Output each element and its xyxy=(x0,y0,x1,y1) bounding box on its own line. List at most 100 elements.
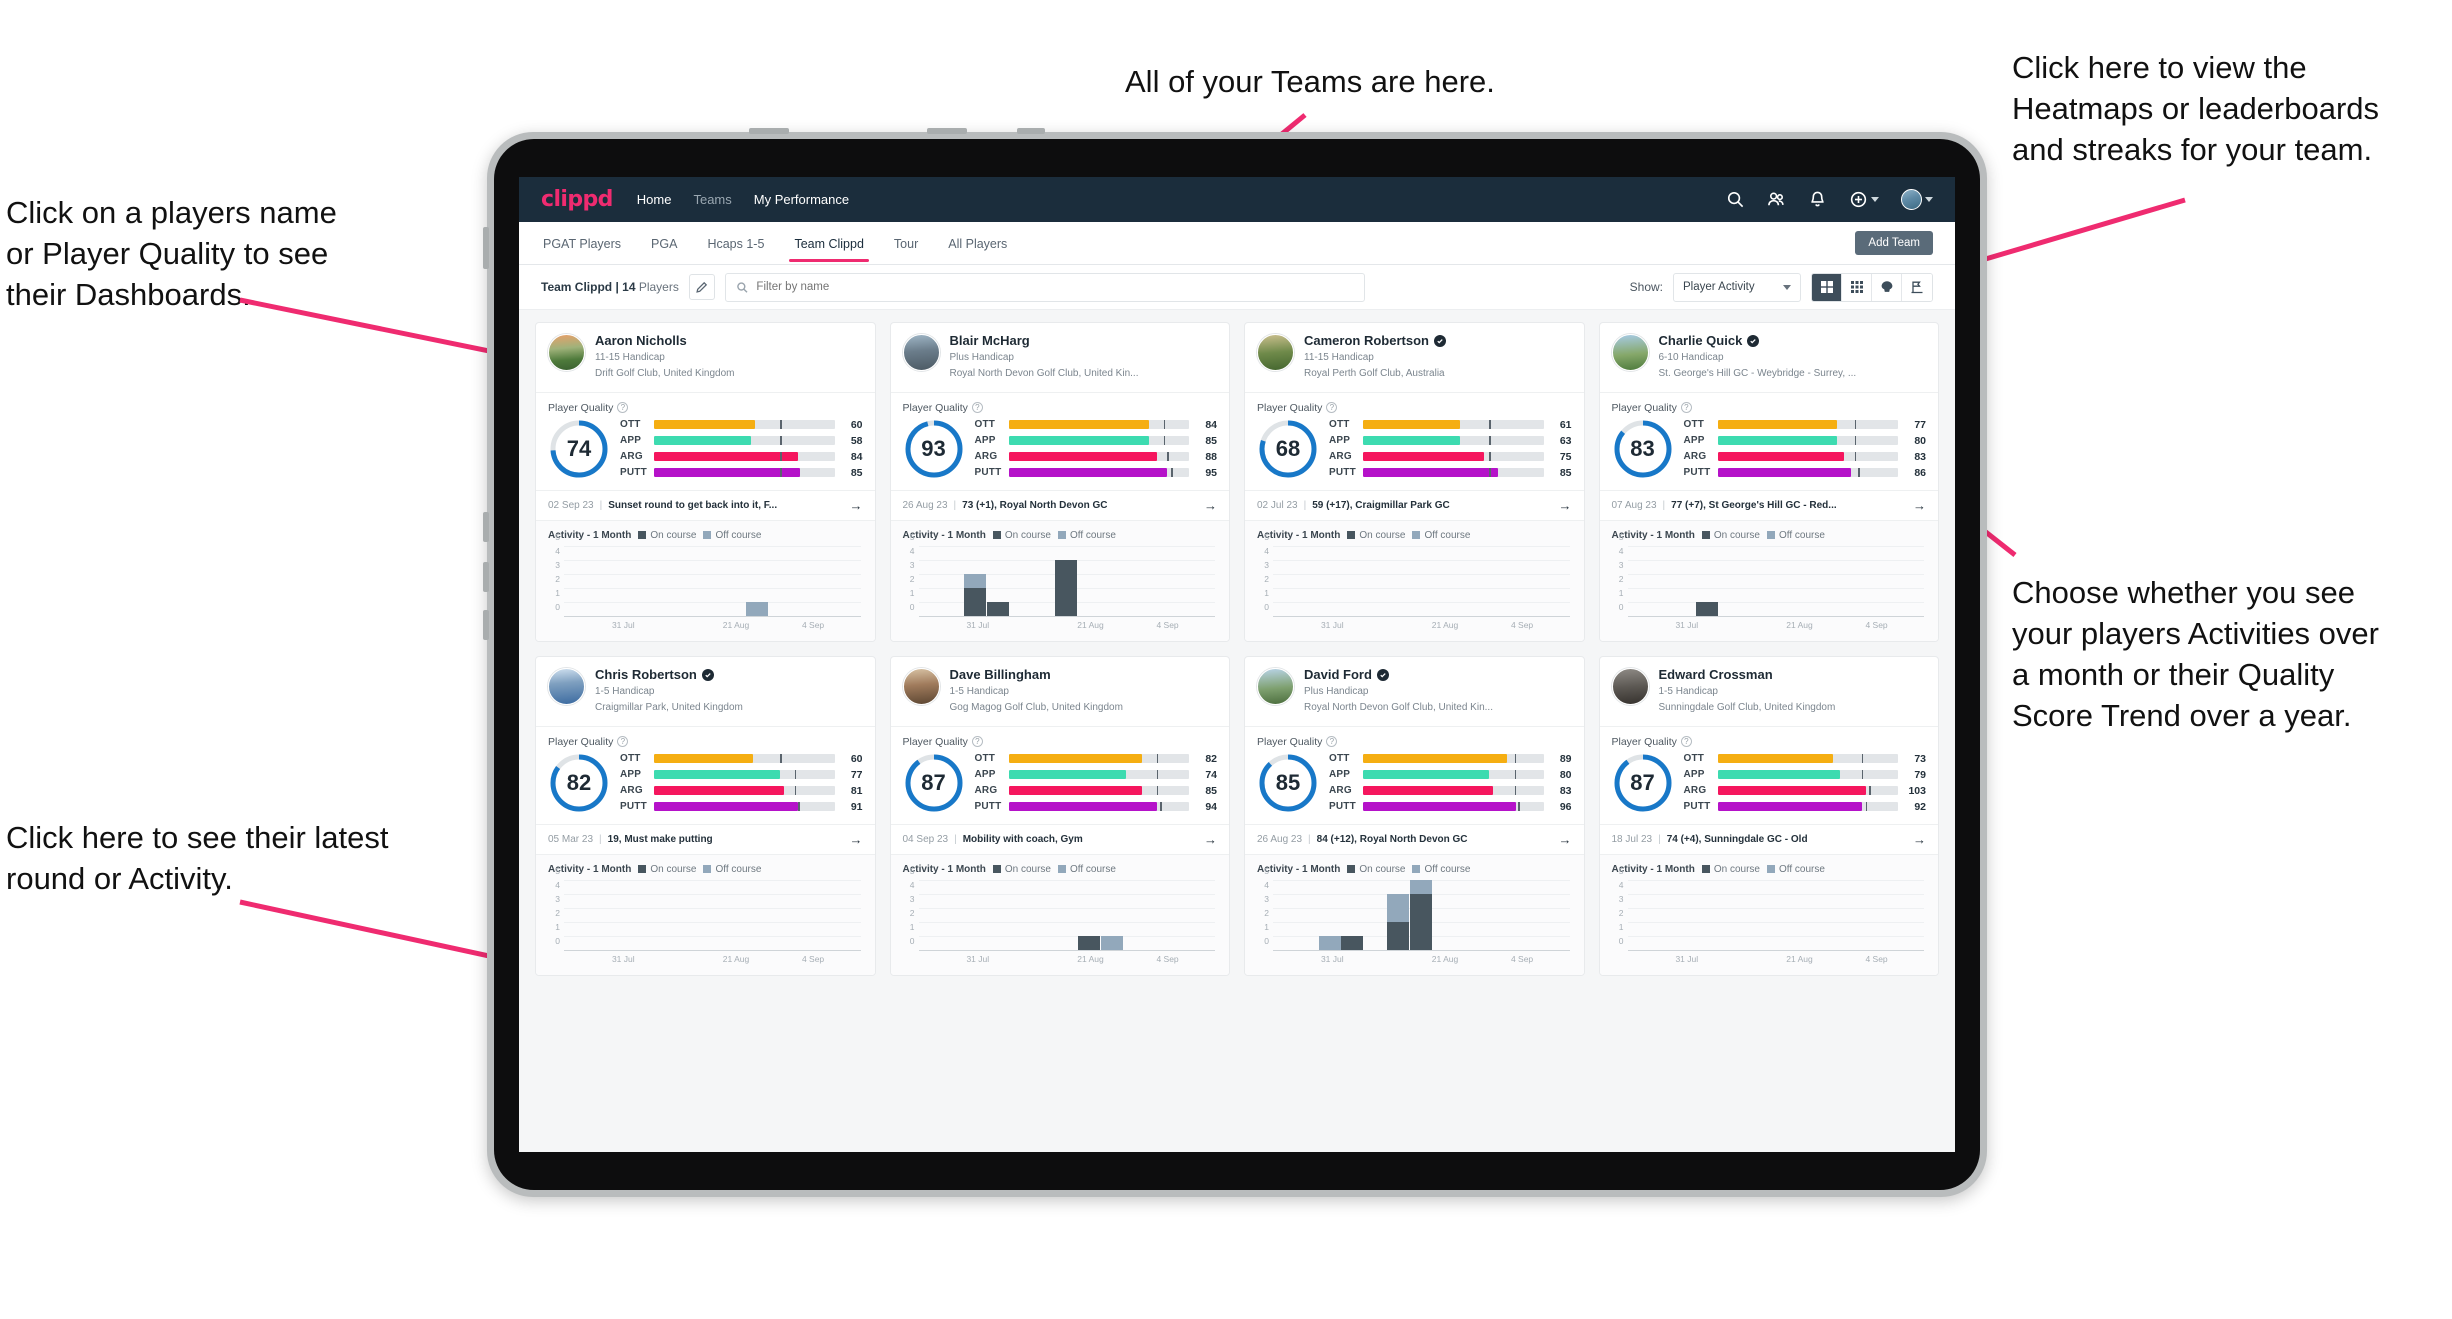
player-name[interactable]: Edward Crossman xyxy=(1659,667,1836,683)
clippd-logo[interactable]: clippd xyxy=(541,187,613,212)
tab-pgat-players[interactable]: PGAT Players xyxy=(541,225,623,262)
metric-row: PUTT 92 xyxy=(1684,801,1927,813)
tab-pga[interactable]: PGA xyxy=(649,225,679,262)
player-card[interactable]: Charlie Quick 6-10 Handicap St. George's… xyxy=(1598,322,1939,642)
player-quality-body: 93 OTT 84 APP 85 ARG 88 PUTT 95 xyxy=(903,418,1217,480)
help-icon[interactable]: ? xyxy=(617,736,629,748)
show-select[interactable]: Player Activity xyxy=(1673,272,1801,302)
nav-item-home[interactable]: Home xyxy=(637,192,672,207)
x-axis-label: 21 Aug xyxy=(1077,619,1104,630)
y-axis-label: 1 xyxy=(1264,921,1269,932)
player-name[interactable]: Cameron Robertson xyxy=(1304,333,1446,349)
metric-label: PUTT xyxy=(1329,801,1356,813)
bell-icon[interactable] xyxy=(1808,190,1827,209)
metric-bar xyxy=(654,770,835,780)
player-card-header[interactable]: Cameron Robertson 11-15 Handicap Royal P… xyxy=(1245,323,1584,393)
player-quality-section[interactable]: Player Quality ? 87 OTT 73 APP 79 ARG 10… xyxy=(1599,727,1938,825)
x-axis-label: 4 Sep xyxy=(1156,953,1179,964)
player-card-header[interactable]: Dave Billingham 1-5 Handicap Gog Magog G… xyxy=(890,657,1229,727)
latest-round-row[interactable]: 02 Sep 23 | Sunset round to get back int… xyxy=(536,491,875,521)
player-card-header[interactable]: Chris Robertson 1-5 Handicap Craigmillar… xyxy=(536,657,875,727)
tab-all-players[interactable]: All Players xyxy=(946,225,1009,262)
player-quality-section[interactable]: Player Quality ? 82 OTT 60 APP 77 ARG 81… xyxy=(536,727,875,825)
help-icon[interactable]: ? xyxy=(1326,402,1338,414)
metric-label: PUTT xyxy=(974,801,1002,813)
avatar xyxy=(902,334,940,371)
profile-menu[interactable] xyxy=(1901,189,1933,210)
player-card[interactable]: Cameron Robertson 11-15 Handicap Royal P… xyxy=(1244,322,1585,642)
nav-item-my-performance[interactable]: My Performance xyxy=(754,192,849,207)
people-icon[interactable] xyxy=(1767,190,1786,209)
round-description: Mobility with coach, Gym xyxy=(962,833,1083,845)
player-quality-section[interactable]: Player Quality ? 87 OTT 82 APP 74 ARG 85… xyxy=(890,727,1229,825)
tab-hcaps-1-5[interactable]: Hcaps 1-5 xyxy=(705,225,766,262)
chevron-down-icon[interactable] xyxy=(1871,197,1879,202)
player-card[interactable]: Blair McHarg Plus Handicap Royal North D… xyxy=(889,322,1230,642)
chevron-down-icon[interactable] xyxy=(1925,197,1933,202)
verified-badge-icon xyxy=(1747,335,1760,348)
player-card[interactable]: Dave Billingham 1-5 Handicap Gog Magog G… xyxy=(889,655,1230,976)
player-card-header[interactable]: David Ford Plus Handicap Royal North Dev… xyxy=(1245,657,1584,727)
search-box[interactable] xyxy=(724,272,1365,302)
player-card[interactable]: Chris Robertson 1-5 Handicap Craigmillar… xyxy=(535,655,876,976)
player-card-header[interactable]: Edward Crossman 1-5 Handicap Sunningdale… xyxy=(1599,657,1938,727)
latest-round-row[interactable]: 04 Sep 23 | Mobility with coach, Gym → xyxy=(890,825,1229,855)
arrow-right-icon[interactable]: → xyxy=(1204,499,1217,512)
player-name[interactable]: David Ford xyxy=(1304,667,1493,683)
edit-team-button[interactable] xyxy=(688,274,715,300)
x-axis-label: 21 Aug xyxy=(1431,619,1459,630)
arrow-right-icon[interactable]: → xyxy=(1559,499,1572,512)
search-input[interactable] xyxy=(756,281,1354,293)
arrow-right-icon[interactable]: → xyxy=(850,499,863,512)
tab-tour[interactable]: Tour xyxy=(892,225,920,262)
player-card[interactable]: David Ford Plus Handicap Royal North Dev… xyxy=(1244,655,1585,976)
player-quality-section[interactable]: Player Quality ? 68 OTT 61 APP 63 ARG 75… xyxy=(1245,393,1584,491)
latest-round-row[interactable]: 05 Mar 23 | 19, Must make putting → xyxy=(536,825,875,855)
search-icon[interactable] xyxy=(1726,190,1745,209)
player-club: Craigmillar Park, United Kingdom xyxy=(595,702,743,714)
metric-bar-fill xyxy=(1717,420,1837,430)
arrow-right-icon[interactable]: → xyxy=(1913,833,1926,846)
player-card[interactable]: Aaron Nicholls 11-15 Handicap Drift Golf… xyxy=(535,322,876,642)
tab-team-clippd[interactable]: Team Clippd xyxy=(789,225,870,262)
grid-view-icon[interactable] xyxy=(1812,273,1842,301)
heatmap-icon[interactable] xyxy=(1872,273,1902,301)
plus-circle-icon[interactable] xyxy=(1849,190,1879,209)
player-card-header[interactable]: Charlie Quick 6-10 Handicap St. George's… xyxy=(1599,323,1938,393)
latest-round-row[interactable]: 26 Aug 23 | 84 (+12), Royal North Devon … xyxy=(1245,825,1584,855)
player-quality-section[interactable]: Player Quality ? 85 OTT 89 APP 80 ARG 83… xyxy=(1245,727,1584,825)
player-name[interactable]: Charlie Quick xyxy=(1659,333,1857,349)
add-team-button[interactable]: Add Team xyxy=(1855,231,1933,255)
arrow-right-icon[interactable]: → xyxy=(1204,833,1217,846)
help-icon[interactable]: ? xyxy=(1680,736,1692,748)
player-quality-section[interactable]: Player Quality ? 93 OTT 84 APP 85 ARG 88… xyxy=(890,393,1229,491)
help-icon[interactable]: ? xyxy=(617,402,629,414)
latest-round-row[interactable]: 18 Jul 23 | 74 (+4), Sunningdale GC - Ol… xyxy=(1599,825,1938,855)
player-name[interactable]: Dave Billingham xyxy=(950,667,1123,683)
latest-round-row[interactable]: 26 Aug 23 | 73 (+1), Royal North Devon G… xyxy=(890,491,1229,521)
y-axis-label: 0 xyxy=(1618,935,1624,946)
player-name[interactable]: Aaron Nicholls xyxy=(595,333,735,349)
arrow-right-icon[interactable]: → xyxy=(1913,499,1926,512)
latest-round-row[interactable]: 02 Jul 23 | 59 (+17), Craigmillar Park G… xyxy=(1245,491,1584,521)
player-quality-section[interactable]: Player Quality ? 83 OTT 77 APP 80 ARG 83… xyxy=(1599,393,1938,491)
player-card-header[interactable]: Aaron Nicholls 11-15 Handicap Drift Golf… xyxy=(536,323,875,393)
player-name[interactable]: Blair McHarg xyxy=(950,333,1139,349)
player-quality-section[interactable]: Player Quality ? 74 OTT 60 APP 58 ARG 84… xyxy=(536,393,875,491)
arrow-right-icon[interactable]: → xyxy=(1559,833,1572,846)
nav-item-teams[interactable]: Teams xyxy=(693,192,731,207)
player-card[interactable]: Edward Crossman 1-5 Handicap Sunningdale… xyxy=(1598,655,1939,976)
avatar[interactable] xyxy=(1901,189,1922,210)
arrow-right-icon[interactable]: → xyxy=(850,833,863,846)
player-name[interactable]: Chris Robertson xyxy=(595,667,743,683)
leaderboard-icon[interactable] xyxy=(1902,273,1932,301)
help-icon[interactable]: ? xyxy=(971,736,983,748)
table-view-icon[interactable] xyxy=(1842,273,1872,301)
player-card-header[interactable]: Blair McHarg Plus Handicap Royal North D… xyxy=(890,323,1229,393)
y-axis-label: 1 xyxy=(1618,921,1624,932)
latest-round-row[interactable]: 07 Aug 23 | 77 (+7), St George's Hill GC… xyxy=(1599,491,1938,521)
metric-value: 63 xyxy=(1559,434,1572,447)
help-icon[interactable]: ? xyxy=(1680,402,1692,414)
help-icon[interactable]: ? xyxy=(1326,736,1338,748)
help-icon[interactable]: ? xyxy=(971,402,983,414)
